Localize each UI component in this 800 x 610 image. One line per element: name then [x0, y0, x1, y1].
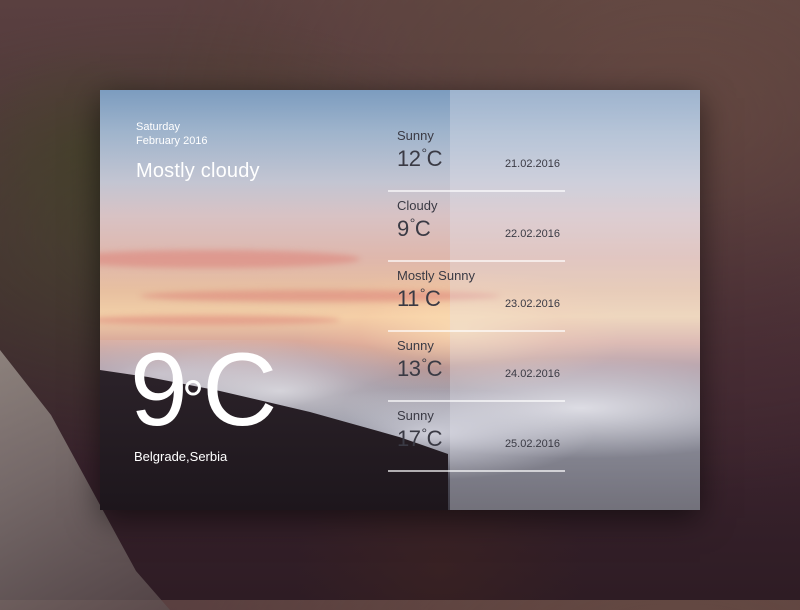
forecast-date: 24.02.2016: [504, 368, 560, 380]
location-label: Belgrade,Serbia: [134, 449, 228, 464]
current-month-year: February 2016: [136, 135, 208, 147]
forecast-temperature: 11°C: [397, 285, 441, 312]
forecast-temperature: 9°C: [397, 215, 431, 242]
degree-symbol: °: [419, 285, 426, 301]
forecast-row[interactable]: Sunny 17°C 25.02.2016: [388, 408, 565, 472]
forecast-condition: Sunny: [397, 128, 434, 143]
degree-symbol: °: [421, 425, 427, 441]
current-day: Saturday: [136, 121, 181, 133]
forecast-temperature-unit: C: [426, 426, 443, 451]
current-temperature: 9°C: [130, 332, 277, 448]
forecast-temperature-value: 13: [397, 356, 421, 381]
forecast-row[interactable]: Sunny 12°C 21.02.2016: [388, 128, 565, 192]
degree-symbol: °: [421, 145, 427, 161]
forecast-row[interactable]: Cloudy 9°C 22.02.2016: [388, 198, 565, 262]
cloud-band: [100, 250, 360, 268]
forecast-date: 25.02.2016: [504, 438, 560, 450]
forecast-row[interactable]: Mostly Sunny 11°C 23.02.2016: [388, 268, 565, 332]
forecast-temperature-value: 9: [397, 216, 409, 241]
current-temperature-value: 9: [130, 332, 188, 448]
forecast-date: 23.02.2016: [504, 298, 560, 310]
forecast-date: 21.02.2016: [504, 158, 560, 170]
current-date: Saturday February 2016: [136, 120, 208, 148]
forecast-condition: Cloudy: [397, 198, 438, 213]
degree-symbol: °: [409, 215, 416, 231]
forecast-temperature-value: 11: [397, 286, 419, 311]
forecast-temperature: 12°C: [397, 145, 443, 172]
forecast-condition: Mostly Sunny: [397, 268, 476, 283]
forecast-temperature-unit: C: [426, 356, 443, 381]
forecast-temperature: 17°C: [397, 425, 443, 452]
forecast-date: 22.02.2016: [504, 228, 560, 240]
degree-symbol: °: [181, 368, 204, 431]
forecast-temperature-unit: C: [426, 146, 443, 171]
forecast-temperature-unit: C: [414, 216, 431, 241]
forecast-temperature-value: 17: [397, 426, 421, 451]
forecast-temperature: 13°C: [397, 355, 443, 382]
forecast-temperature-unit: C: [424, 286, 441, 311]
current-condition: Mostly cloudy: [136, 160, 260, 182]
current-temperature-unit: C: [202, 332, 277, 448]
forecast-row[interactable]: Sunny 13°C 24.02.2016: [388, 338, 565, 402]
forecast-condition: Sunny: [397, 338, 434, 353]
forecast-condition: Sunny: [397, 408, 434, 423]
forecast-temperature-value: 12: [397, 146, 421, 171]
degree-symbol: °: [421, 355, 427, 371]
